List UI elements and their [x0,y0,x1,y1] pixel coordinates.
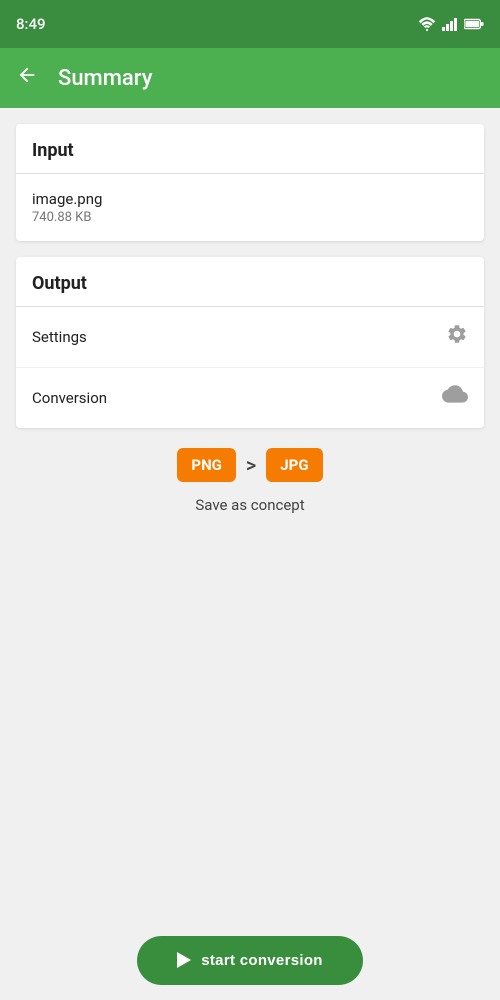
conversion-area: PNG > JPG Save as concept [16,448,484,514]
settings-icon [446,323,468,351]
output-card-header: Output [16,257,484,307]
play-icon [177,952,191,968]
start-conversion-label: start conversion [201,952,323,969]
input-file-name: image.png [32,190,102,208]
conversion-label: Conversion [32,389,107,407]
input-file-size: 740.88 KB [32,210,102,225]
back-button[interactable] [16,64,38,92]
app-bar-title: Summary [58,66,153,91]
settings-label: Settings [32,328,87,346]
badges-row: PNG > JPG [177,448,322,482]
from-format-badge: PNG [177,448,235,482]
conversion-arrow: > [246,453,256,477]
status-icons [418,17,484,31]
bottom-bar: start conversion [0,920,500,1000]
input-header-label: Input [32,140,74,161]
save-concept-label[interactable]: Save as concept [195,496,304,514]
battery-icon [464,18,484,30]
cloud-icon [442,384,468,412]
to-format-badge: JPG [266,448,322,482]
settings-row[interactable]: Settings [16,307,484,368]
conversion-row[interactable]: Conversion [16,368,484,428]
status-time: 8:49 [16,15,46,33]
app-bar: Summary [0,48,500,108]
input-file-row: image.png 740.88 KB [16,174,484,241]
output-header-label: Output [32,273,87,294]
output-card: Output Settings Conversion [16,257,484,428]
input-card: Input image.png 740.88 KB [16,124,484,241]
main-content: Input image.png 740.88 KB Output Setting… [0,108,500,920]
signal-icon [442,17,458,31]
status-bar: 8:49 [0,0,500,48]
input-card-header: Input [16,124,484,174]
wifi-icon [418,17,436,31]
start-conversion-button[interactable]: start conversion [137,936,363,985]
input-file-info: image.png 740.88 KB [32,190,102,225]
